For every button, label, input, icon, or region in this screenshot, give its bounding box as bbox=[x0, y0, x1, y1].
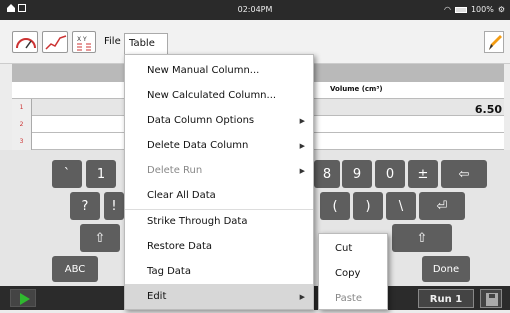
menu-item-delete-data-column[interactable]: Delete Data Column ▶ bbox=[125, 133, 313, 158]
done-key[interactable]: Done bbox=[422, 256, 470, 282]
cell-value[interactable]: 6.50 bbox=[475, 103, 502, 116]
menu-item-delete-run: Delete Run ▶ bbox=[147, 165, 305, 176]
menu-table[interactable]: Table bbox=[124, 33, 168, 55]
store-run-button[interactable] bbox=[480, 289, 502, 308]
play-icon bbox=[20, 293, 30, 305]
submenu-item-cut[interactable]: Cut bbox=[319, 236, 387, 261]
menu-item-new-calculated-column[interactable]: New Calculated Column... bbox=[125, 83, 313, 108]
submenu-arrow-icon: ▶ bbox=[299, 167, 305, 175]
settings-icon[interactable]: ⚙ bbox=[498, 5, 505, 14]
pencil-icon[interactable] bbox=[484, 31, 504, 53]
menu-item-restore-data[interactable]: Restore Data bbox=[125, 234, 313, 259]
run-selector[interactable]: Run 1 bbox=[418, 289, 474, 308]
shift-key-left[interactable]: ⇧ bbox=[80, 224, 120, 252]
key[interactable]: 8 bbox=[314, 160, 340, 188]
key[interactable]: 1 bbox=[86, 160, 116, 188]
table-menu-dropdown: New Manual Column... New Calculated Colu… bbox=[124, 54, 314, 310]
svg-text:X Y: X Y bbox=[77, 36, 87, 43]
key[interactable]: ? bbox=[70, 192, 100, 220]
key[interactable]: ` bbox=[52, 160, 82, 188]
battery-level: 100% bbox=[470, 5, 494, 14]
column-header[interactable]: Volume (cm³) bbox=[330, 85, 383, 93]
battery-icon bbox=[454, 6, 467, 13]
start-collection-button[interactable] bbox=[10, 289, 36, 307]
submenu-item-paste: Paste bbox=[335, 293, 362, 304]
menu-file[interactable]: File bbox=[104, 36, 121, 47]
key[interactable]: 9 bbox=[342, 160, 372, 188]
backspace-key[interactable]: ⇦ bbox=[441, 160, 487, 188]
table-view-icon[interactable]: X Y bbox=[72, 31, 96, 53]
menu-item-strike-through-data[interactable]: Strike Through Data bbox=[125, 209, 313, 234]
menu-item-new-manual-column[interactable]: New Manual Column... bbox=[125, 58, 313, 83]
key[interactable]: ! bbox=[104, 192, 124, 220]
menu-item-clear-all-data[interactable]: Clear All Data bbox=[125, 183, 313, 208]
key[interactable]: \ bbox=[386, 192, 416, 220]
save-icon bbox=[486, 293, 498, 306]
meter-view-icon[interactable] bbox=[12, 31, 38, 53]
key[interactable]: 0 bbox=[375, 160, 405, 188]
submenu-arrow-icon: ▶ bbox=[299, 142, 305, 150]
submenu-arrow-icon: ▶ bbox=[299, 117, 305, 125]
abc-key[interactable]: ABC bbox=[52, 256, 98, 282]
graph-view-icon[interactable] bbox=[42, 31, 68, 53]
status-bar: 02:04PM ◠ 100% ⚙ bbox=[0, 0, 510, 20]
menu-item-edit[interactable]: Edit ▶ bbox=[125, 284, 313, 309]
clock: 02:04PM bbox=[237, 5, 273, 14]
submenu-item-copy[interactable]: Copy bbox=[319, 261, 387, 286]
key[interactable]: ) bbox=[353, 192, 383, 220]
menu-item-data-column-options[interactable]: Data Column Options ▶ bbox=[125, 108, 313, 133]
shift-key-right[interactable]: ⇧ bbox=[392, 224, 452, 252]
wifi-icon: ◠ bbox=[443, 5, 451, 14]
key[interactable]: ± bbox=[408, 160, 438, 188]
menu-item-tag-data[interactable]: Tag Data bbox=[125, 259, 313, 284]
enter-key[interactable]: ⏎ bbox=[419, 192, 465, 220]
submenu-arrow-icon: ▶ bbox=[299, 293, 305, 301]
edit-submenu: Cut Copy Paste bbox=[318, 233, 388, 310]
key[interactable]: ( bbox=[320, 192, 350, 220]
